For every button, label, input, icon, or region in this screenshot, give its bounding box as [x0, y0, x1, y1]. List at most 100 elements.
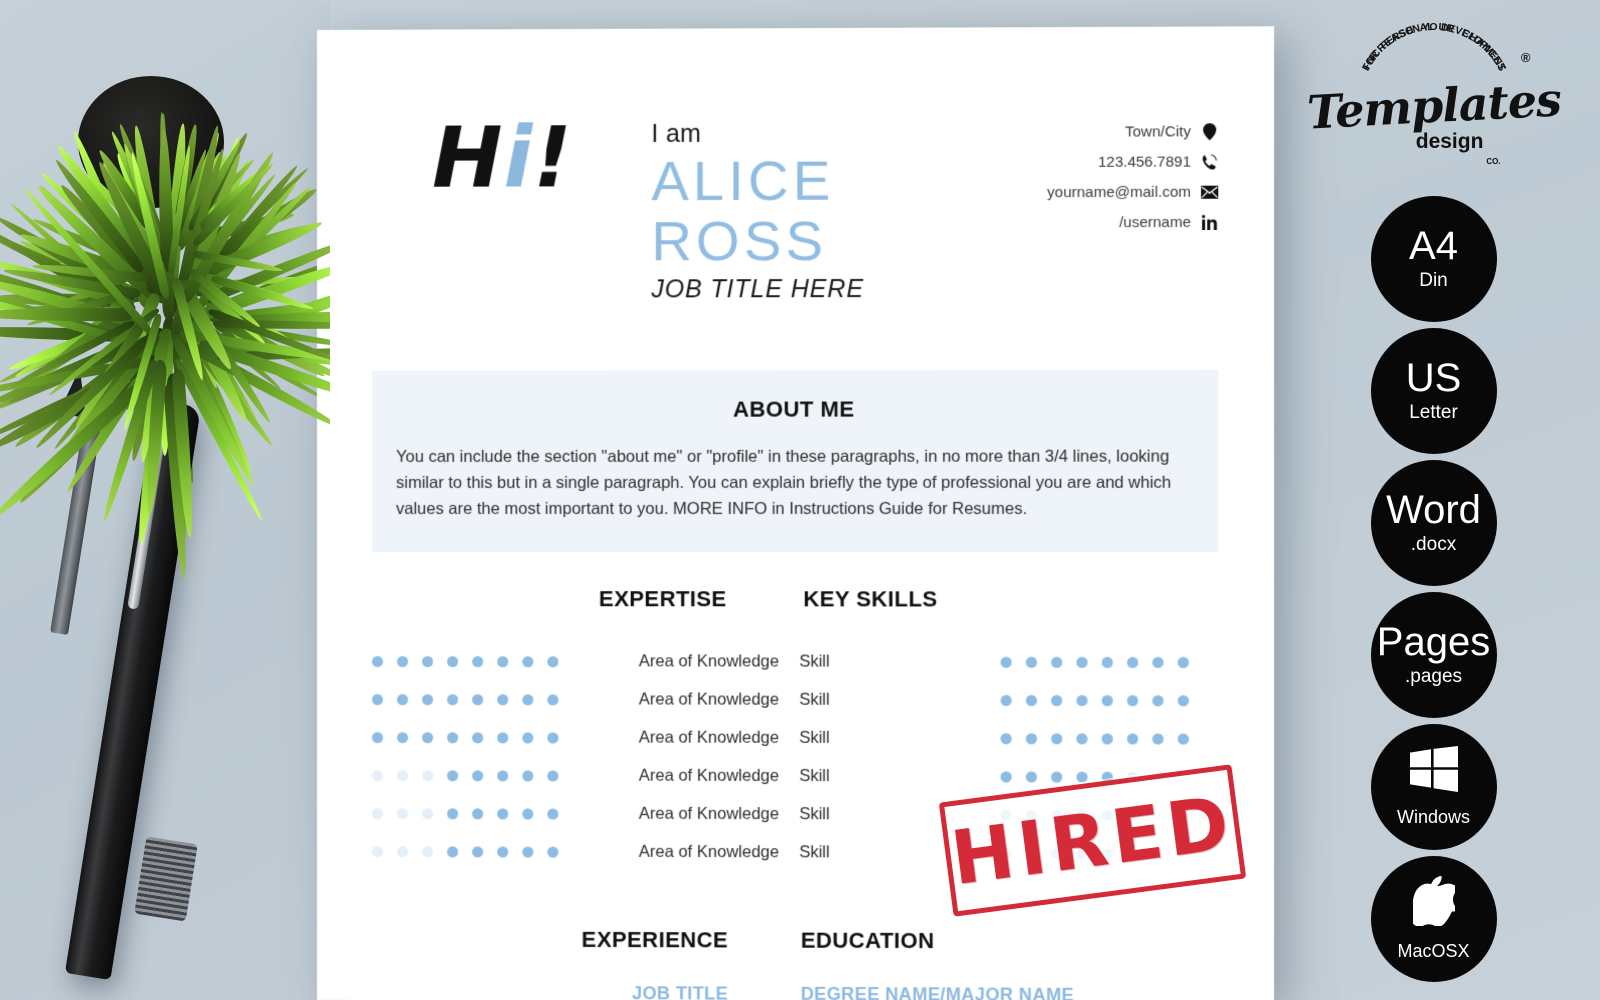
- rating-dot: [1026, 656, 1038, 668]
- expertise-label: Area of Knowledge: [638, 651, 780, 671]
- format-badge-windows[interactable]: Windows: [1370, 724, 1497, 850]
- rating-dot: [397, 845, 409, 857]
- rating-dot: [447, 807, 459, 819]
- expertise-rating: [372, 731, 572, 744]
- format-badge-letter[interactable]: US Letter: [1370, 328, 1497, 454]
- rating-dot: [422, 655, 434, 667]
- rating-dot: [522, 808, 534, 820]
- expertise-row: Area of Knowledge: [372, 756, 779, 795]
- experience-entry-title: JOB TITLE: [632, 983, 729, 1000]
- about-me-body: You can include the section "about me" o…: [396, 447, 1172, 518]
- rating-dot: [472, 693, 484, 705]
- rating-dot: [522, 655, 534, 667]
- rating-dot: [1001, 771, 1013, 783]
- key-skill-row: Skill: [799, 719, 1218, 758]
- rating-dot: [497, 769, 509, 782]
- rating-dot: [1102, 694, 1114, 706]
- rating-dot: [472, 731, 484, 743]
- contact-row[interactable]: 123.456.7891: [1016, 153, 1219, 171]
- expertise-row: Area of Knowledge: [372, 642, 779, 681]
- rating-dot: [547, 693, 559, 705]
- rating-dot: [497, 693, 509, 705]
- key-skill-label: Skill: [799, 652, 830, 671]
- expertise-label: Area of Knowledge: [638, 842, 780, 861]
- expertise-row: Area of Knowledge: [372, 794, 779, 833]
- expertise-label: Area of Knowledge: [638, 690, 780, 709]
- badge-sub-label: Letter: [1409, 402, 1458, 423]
- badge-main-label: A4: [1409, 224, 1458, 268]
- hi-logo: Hi!: [432, 108, 573, 207]
- experience-heading: EXPERIENCE: [581, 926, 729, 953]
- expertise-rating: [372, 693, 572, 705]
- rating-dot: [1178, 656, 1190, 668]
- hi-logo-i: i: [503, 108, 534, 207]
- rating-dot: [447, 731, 459, 743]
- rating-dot: [422, 769, 434, 781]
- rating-dot: [372, 769, 384, 781]
- rating-dot: [397, 655, 409, 667]
- expertise-rating: [372, 845, 572, 858]
- rating-dot: [397, 693, 409, 705]
- expertise-row: Area of Knowledge: [372, 832, 779, 871]
- rating-dot: [1051, 771, 1063, 783]
- rating-dot: [1076, 694, 1089, 706]
- format-badge-pages[interactable]: Pages .pages: [1370, 592, 1497, 718]
- rating-dot: [447, 845, 459, 858]
- expertise-rating: [372, 655, 572, 667]
- rating-dot: [1076, 771, 1089, 783]
- rating-dot: [447, 769, 459, 781]
- candidate-job-title: JOB TITLE HERE: [651, 275, 864, 304]
- badge-sub-label: Windows: [1396, 807, 1471, 827]
- rating-dot: [1001, 732, 1013, 744]
- contact-row[interactable]: /username: [1016, 214, 1219, 232]
- rating-dot: [547, 655, 559, 667]
- education-column: EDUCATION DEGREE NAME/MAJOR NAME Univers…: [801, 928, 1219, 1000]
- rating-dot: [522, 693, 534, 705]
- hi-logo-bang: !: [533, 108, 573, 207]
- rating-dot: [1001, 694, 1013, 706]
- key-skill-rating: [1001, 694, 1203, 706]
- badge-sub-label: Din: [1419, 270, 1448, 291]
- rating-dot: [372, 731, 384, 743]
- rating-dot: [497, 808, 509, 820]
- rating-dot: [547, 770, 559, 782]
- contact-row[interactable]: yourname@mail.com: [1016, 184, 1219, 202]
- potted-plant-image: [0, 0, 330, 579]
- badge-sub-label: MacOSX: [1397, 941, 1470, 961]
- rating-dot: [522, 846, 534, 858]
- hi-logo-h: H: [432, 108, 504, 207]
- expertise-rating: [372, 769, 572, 782]
- rating-dot: [372, 845, 384, 857]
- desk-photo-background: [0, 0, 330, 1000]
- rating-dot: [447, 693, 459, 705]
- rating-dot: [497, 655, 509, 667]
- format-badge-macosx[interactable]: MacOSX: [1370, 856, 1497, 982]
- rating-dot: [1152, 656, 1164, 668]
- contact-list: Town/City 123.456.7891 yourname@mail.com/u…: [1016, 123, 1219, 244]
- rating-dot: [1026, 694, 1038, 706]
- key-skill-label: Skill: [799, 690, 830, 709]
- candidate-name: ALICE ROSS: [651, 147, 835, 273]
- phone-icon: [1201, 154, 1218, 170]
- key-skill-label: Skill: [799, 728, 830, 747]
- contact-row[interactable]: Town/City: [1016, 123, 1219, 141]
- badge-main-label: Word: [1386, 488, 1481, 532]
- rating-dot: [372, 693, 384, 705]
- experience-column: EXPERIENCE JOB TITLE Company Name // YYY…: [372, 926, 781, 1000]
- contact-text: Town/City: [1125, 123, 1191, 141]
- key-skill-label: Skill: [799, 766, 830, 785]
- format-badge-docx[interactable]: Word .docx: [1370, 460, 1497, 586]
- resume-header: Hi! I am ALICE ROSS JOB TITLE HERE Town/…: [372, 27, 1219, 306]
- rating-dot: [547, 846, 559, 858]
- rating-dot: [422, 693, 434, 705]
- templates-design-logo: INCREASE YOUR CHANCES FOR PERSONAL DEVEL…: [1305, 20, 1561, 185]
- rating-dot: [472, 769, 484, 781]
- rating-dot: [472, 655, 484, 667]
- rating-dot: [522, 770, 534, 782]
- rating-dot: [472, 846, 484, 858]
- format-badge-din[interactable]: A4 Din: [1370, 196, 1497, 322]
- screenshot-stage: Hi! I am ALICE ROSS JOB TITLE HERE Town/…: [0, 0, 1600, 1000]
- rating-dot: [497, 731, 509, 743]
- contact-text: /username: [1119, 213, 1191, 232]
- rating-dot: [1127, 656, 1139, 668]
